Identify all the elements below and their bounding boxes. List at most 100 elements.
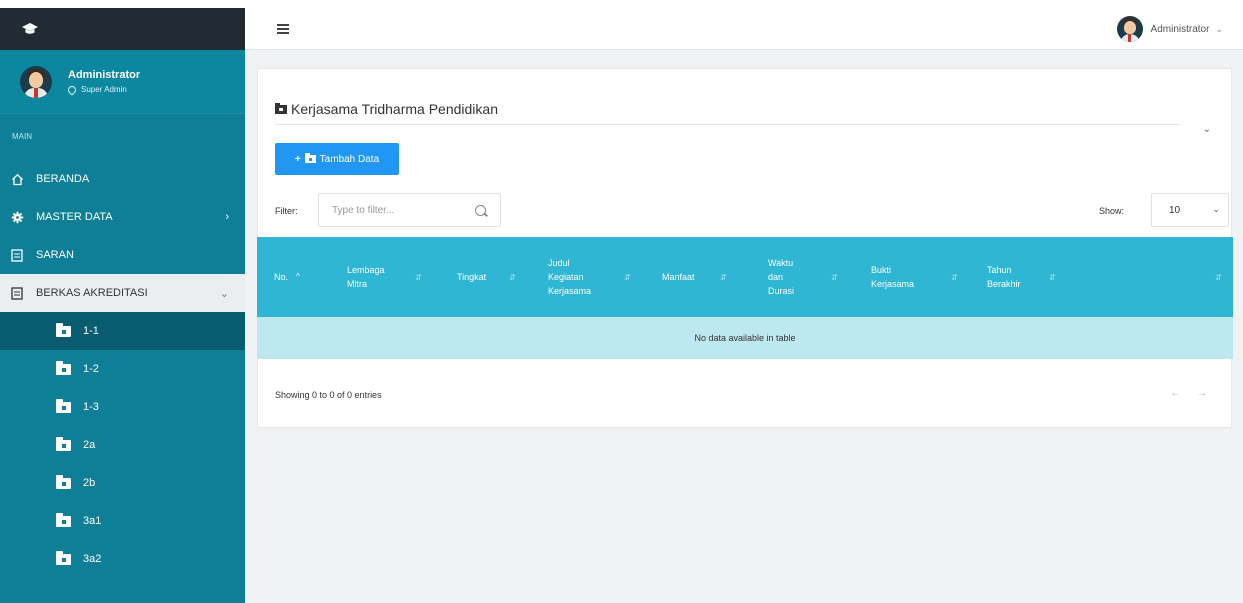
column-header-label: Waktu [768,258,794,268]
column-header-bukti-kerjasama[interactable]: Bukti Kerjasama ⇵ [871,237,971,317]
add-data-button-label: Tambah Data [319,153,380,165]
sort-icon: ⇵ [624,273,631,282]
column-header-label: Manfaat [662,272,695,282]
filter-label: Filter: [275,206,298,216]
home-icon [10,172,24,186]
filter-placeholder: Type to filter... [332,204,395,216]
column-header-label: Kerjasama [548,286,592,296]
sort-icon: ⇵ [415,273,422,282]
sidebar-item-label: MASTER DATA [36,211,113,223]
sidebar-profile[interactable]: Administrator Super Admin [0,50,245,114]
column-header-label: Tahun [987,265,1012,275]
sidebar-item-berkas-akreditasi[interactable]: BERKAS AKREDITASI ⌄ [0,274,245,312]
column-header-label: Kerjasama [871,279,915,289]
sort-icon: ⇵ [720,273,727,282]
folder-icon [56,474,71,489]
brand[interactable] [0,8,245,50]
column-header-label: Bukti [871,265,892,275]
column-header-lembaga-mitra[interactable]: Lembaga Mitra ⇵ [347,237,437,317]
data-panel: Kerjasama Tridharma Pendidikan ⌄ + Tamba… [257,68,1233,428]
page-size-value: 10 [1169,204,1181,216]
sidebar-item-saran[interactable]: SARAN [0,236,245,274]
sidebar-item-label: SARAN [36,249,74,261]
column-header-label: Mitra [347,279,367,289]
column-header-manfaat[interactable]: Manfaat ⇵ [662,237,742,317]
profile-role: Super Admin [66,83,140,96]
column-header-aksi[interactable]: ⇵ [1107,237,1227,317]
folder-icon [56,398,71,413]
collapse-toggle-icon[interactable]: ⌄ [1203,124,1211,135]
sidebar-subitem-3a2[interactable]: 3a2 [0,540,245,578]
sidebar-subitem-2b[interactable]: 2b [0,464,245,502]
avatar [20,65,52,98]
sidebar-subitem-label: 2b [83,477,96,489]
column-header-label: Judul [548,258,570,268]
sidebar-subitem-1-1[interactable]: 1-1 [0,312,245,350]
sidebar-subitem-3a1[interactable]: 3a1 [0,502,245,540]
sidebar-subitem-2a[interactable]: 2a [0,426,245,464]
next-page-button[interactable]: → [1197,388,1207,399]
page-title: Kerjasama Tridharma Pendidikan [275,101,498,117]
folder-icon [56,322,71,337]
filter-input[interactable]: Type to filter... [318,193,501,227]
file-icon [10,286,24,300]
sidebar-item-master-data[interactable]: MASTER DATA › [0,198,245,236]
sidebar-subitem-1-3[interactable]: 1-3 [0,388,245,426]
column-header-tahun-berakhir[interactable]: Tahun Berakhir ⇵ [987,237,1087,317]
folder-icon [56,360,71,375]
chevron-down-icon: ⌄ [1212,204,1220,214]
main-content: Kerjasama Tridharma Pendidikan ⌄ + Tamba… [245,50,1243,603]
sidebar-item-label: BERANDA [36,173,90,185]
user-menu-name: Administrator [1150,23,1210,35]
folder-icon [56,436,71,451]
sort-asc-icon: ^ [296,272,300,281]
sidebar-subitem-label: 1-2 [83,363,99,375]
column-header-label: Tingkat [457,272,487,282]
column-header-tingkat[interactable]: Tingkat ⇵ [457,237,537,317]
profile-role-label: Super Admin [81,85,127,94]
page-title-text: Kerjasama Tridharma Pendidikan [291,101,498,117]
page-size-select[interactable]: 10 ⌄ [1151,193,1229,227]
profile-name: Administrator [68,69,141,81]
column-header-label: Durasi [768,286,795,296]
sort-icon: ⇵ [1215,273,1222,282]
column-header-waktu-durasi[interactable]: Waktu dan Durasi ⇵ [768,237,858,317]
plus-icon: + [294,153,301,165]
add-data-button[interactable]: + Tambah Data [275,143,399,175]
user-menu[interactable]: Administrator ⌄ [1116,16,1223,42]
column-header-label: Berakhir [987,279,1021,289]
gear-icon [10,210,24,224]
table-header: No. ^ Lembaga Mitra ⇵ Tingkat ⇵ Judul Ke… [257,237,1233,317]
sidebar: Administrator Super Admin MAIN BERANDA M… [0,8,245,603]
column-header-label: No. [274,272,289,282]
column-header-label: Lembaga [347,265,385,275]
folder-icon [56,512,71,527]
graduation-cap-icon [22,23,38,34]
table-info: Showing 0 to 0 of 0 entries [275,390,382,400]
previous-page-button[interactable]: ← [1170,388,1180,399]
pagination: ← → [1156,388,1207,399]
menu-toggle-icon[interactable] [277,24,289,34]
location-pin-icon [66,83,78,96]
sidebar-subitem-label: 1-1 [83,325,99,337]
sidebar-item-label: BERKAS AKREDITASI [36,287,148,299]
table-empty-row: No data available in table [257,317,1233,359]
sort-icon: ⇵ [951,273,958,282]
divider [275,124,1180,125]
sidebar-subitem-1-2[interactable]: 1-2 [0,350,245,388]
column-header-no[interactable]: No. ^ [274,237,344,317]
folder-icon [275,102,287,114]
show-label: Show: [1099,206,1125,216]
topbar: Administrator ⌄ [245,8,1243,50]
column-header-label: dan [768,272,784,282]
sidebar-item-beranda[interactable]: BERANDA [0,160,245,198]
chevron-down-icon: ⌄ [1215,23,1223,34]
chevron-down-icon: ⌄ [219,287,229,300]
column-header-judul-kegiatan[interactable]: Judul Kegiatan Kerjasama ⇵ [548,237,648,317]
sidebar-subitem-label: 2a [83,439,96,451]
sort-icon: ⇵ [831,273,838,282]
sort-icon: ⇵ [1049,273,1056,282]
avatar [1116,16,1143,42]
sidebar-subitem-label: 3a2 [83,553,102,565]
chevron-right-icon: › [225,211,229,223]
